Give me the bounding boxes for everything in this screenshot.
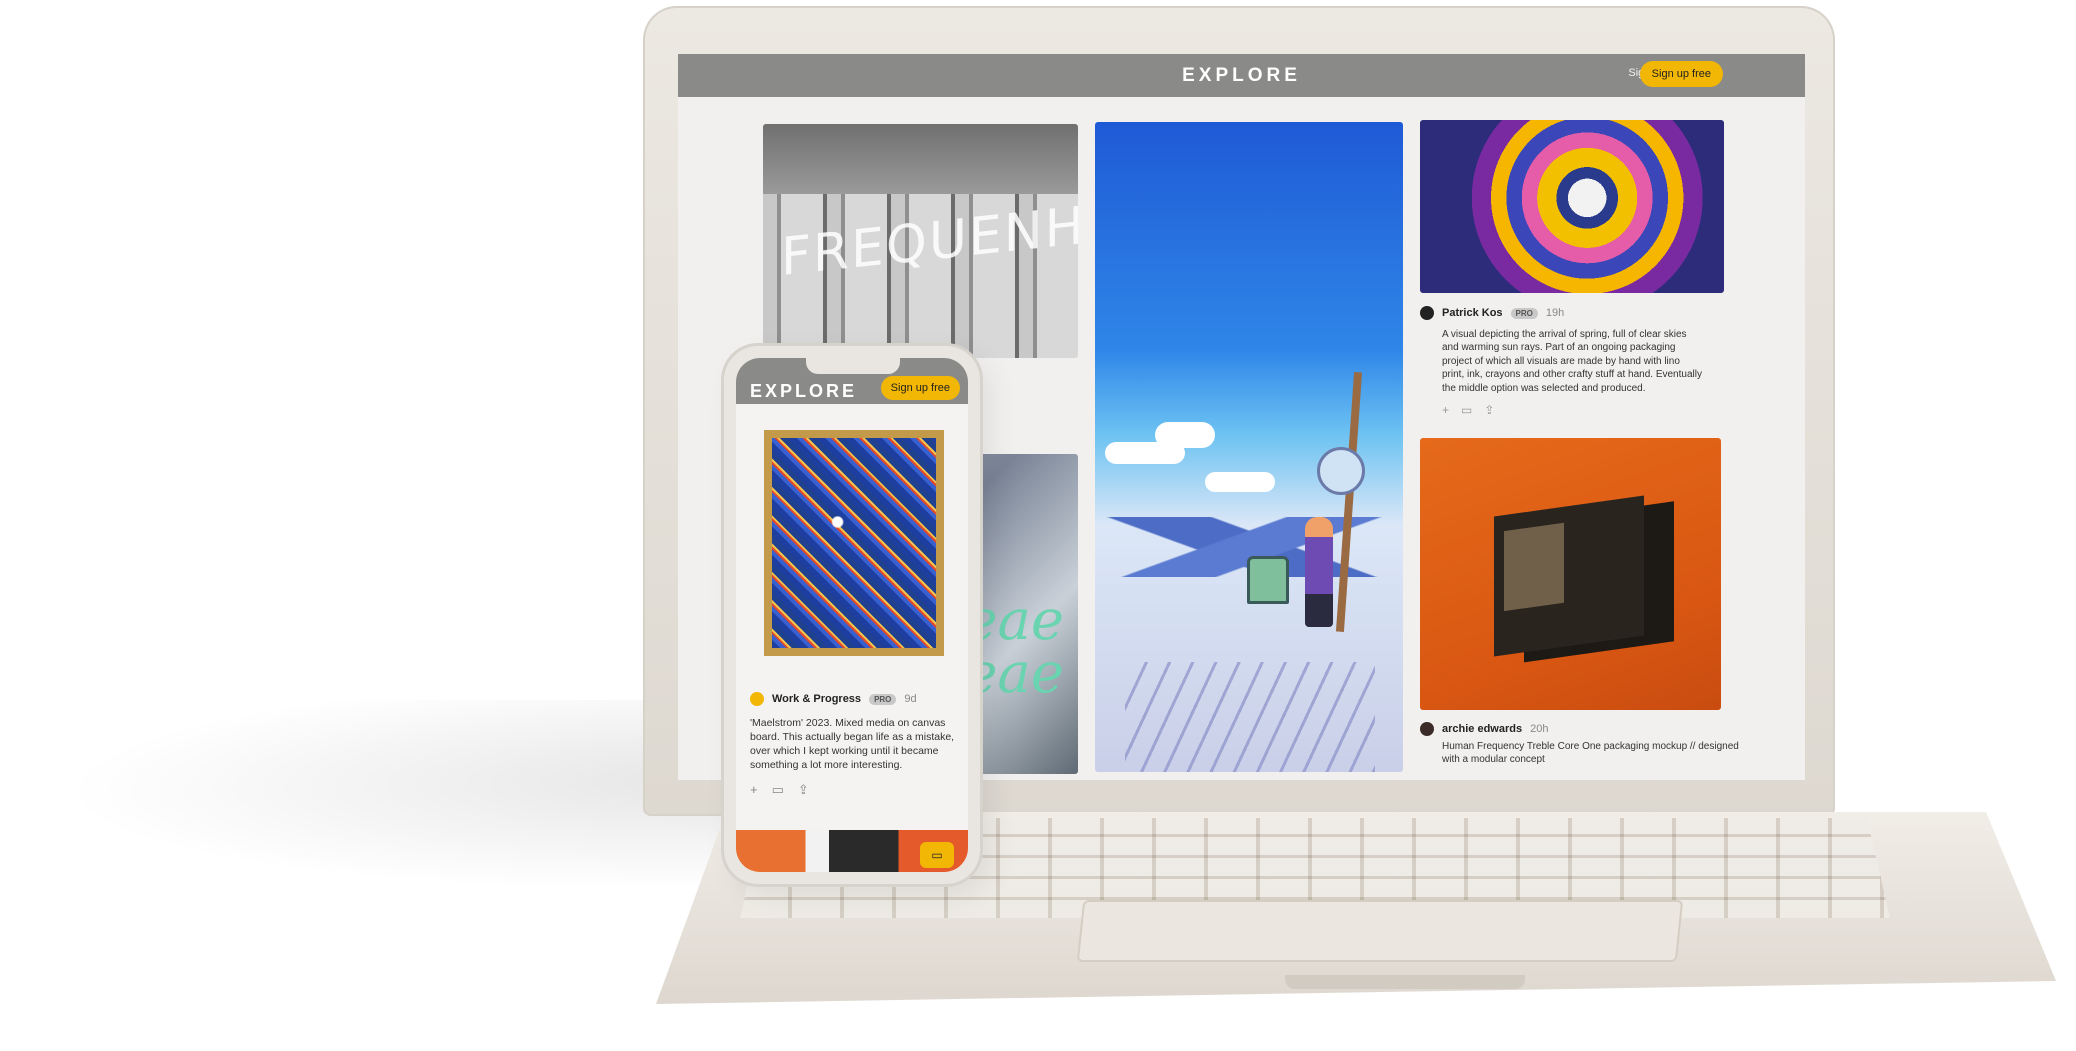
- box-label: [1504, 522, 1564, 612]
- avatar[interactable]: [1420, 306, 1434, 320]
- avatar[interactable]: [750, 692, 764, 706]
- phone-brand-logo[interactable]: EXPLORE: [750, 381, 857, 402]
- post-author-row: archie edwards 20h: [1420, 722, 1740, 736]
- post-time: 19h: [1545, 307, 1565, 319]
- plus-icon[interactable]: +: [750, 782, 758, 798]
- girl-figure: [1305, 517, 1333, 627]
- card-illustration-train[interactable]: [1095, 122, 1403, 772]
- pro-badge: PRO: [869, 693, 897, 705]
- sign-up-button[interactable]: Sign up free: [1639, 61, 1723, 87]
- card-frequency-sky: [763, 124, 1078, 194]
- cloud: [1155, 422, 1215, 448]
- card-box-mockup[interactable]: [1420, 438, 1721, 710]
- card-frequency-text: FREQUENHZ: [781, 192, 1078, 288]
- avatar[interactable]: [1420, 722, 1434, 736]
- base-notch: [1285, 975, 1525, 989]
- brand-logo[interactable]: EXPLORE: [1182, 65, 1301, 87]
- post-author-row: Patrick Kos PRO 19h: [1420, 306, 1724, 320]
- post-time: 20h: [1530, 723, 1549, 735]
- train: [1247, 556, 1289, 604]
- post-meta-archie: archie edwards 20h Human Frequency Trebl…: [1420, 722, 1740, 766]
- top-bar: EXPLORE Sign in Sign up free: [678, 54, 1805, 97]
- card-frequency[interactable]: FREQUENHZ: [763, 124, 1078, 358]
- post-actions: + ▭ ⇪: [1442, 403, 1724, 417]
- road-sign: [1317, 447, 1365, 495]
- chat-icon: ▭: [931, 848, 943, 862]
- phone-screen: EXPLORE Sign up free Work & Progress PRO…: [736, 358, 968, 872]
- chat-fab-button[interactable]: ▭: [920, 842, 954, 868]
- author-name[interactable]: Patrick Kos: [1442, 307, 1503, 319]
- card-swirl-art[interactable]: [1420, 120, 1724, 293]
- post-time: 9d: [904, 693, 917, 705]
- author-name[interactable]: Work & Progress: [772, 693, 861, 705]
- trackpad: [1076, 900, 1684, 962]
- post-description: Human Frequency Treble Core One packagin…: [1442, 741, 1739, 765]
- cloud: [1205, 472, 1275, 492]
- phone-post-actions: + ▭ ⇪: [750, 782, 960, 798]
- phone-notch: [806, 358, 900, 374]
- pro-badge: PRO: [1510, 307, 1538, 319]
- comment-icon[interactable]: ▭: [772, 782, 784, 798]
- tree: [1335, 372, 1363, 632]
- packaging-box: [1494, 495, 1644, 657]
- post-meta-patrick: Patrick Kos PRO 19h A visual depicting t…: [1420, 306, 1724, 417]
- plus-icon[interactable]: +: [1442, 403, 1449, 417]
- post-description: A visual depicting the arrival of spring…: [1442, 329, 1702, 394]
- share-icon[interactable]: ⇪: [1484, 403, 1494, 417]
- phone-post-description: 'Maelstrom' 2023. Mixed media on canvas …: [750, 717, 955, 771]
- phone-painting-image[interactable]: [764, 430, 944, 656]
- share-icon[interactable]: ⇪: [798, 782, 809, 798]
- phone-author-row: Work & Progress PRO 9d: [750, 692, 960, 706]
- comment-icon[interactable]: ▭: [1461, 403, 1472, 417]
- phone: EXPLORE Sign up free Work & Progress PRO…: [724, 346, 980, 884]
- rail-tracks: [1125, 662, 1375, 772]
- phone-post-meta: Work & Progress PRO 9d 'Maelstrom' 2023.…: [750, 692, 960, 798]
- author-name[interactable]: archie edwards: [1442, 723, 1522, 735]
- phone-sign-up-button[interactable]: Sign up free: [880, 376, 960, 400]
